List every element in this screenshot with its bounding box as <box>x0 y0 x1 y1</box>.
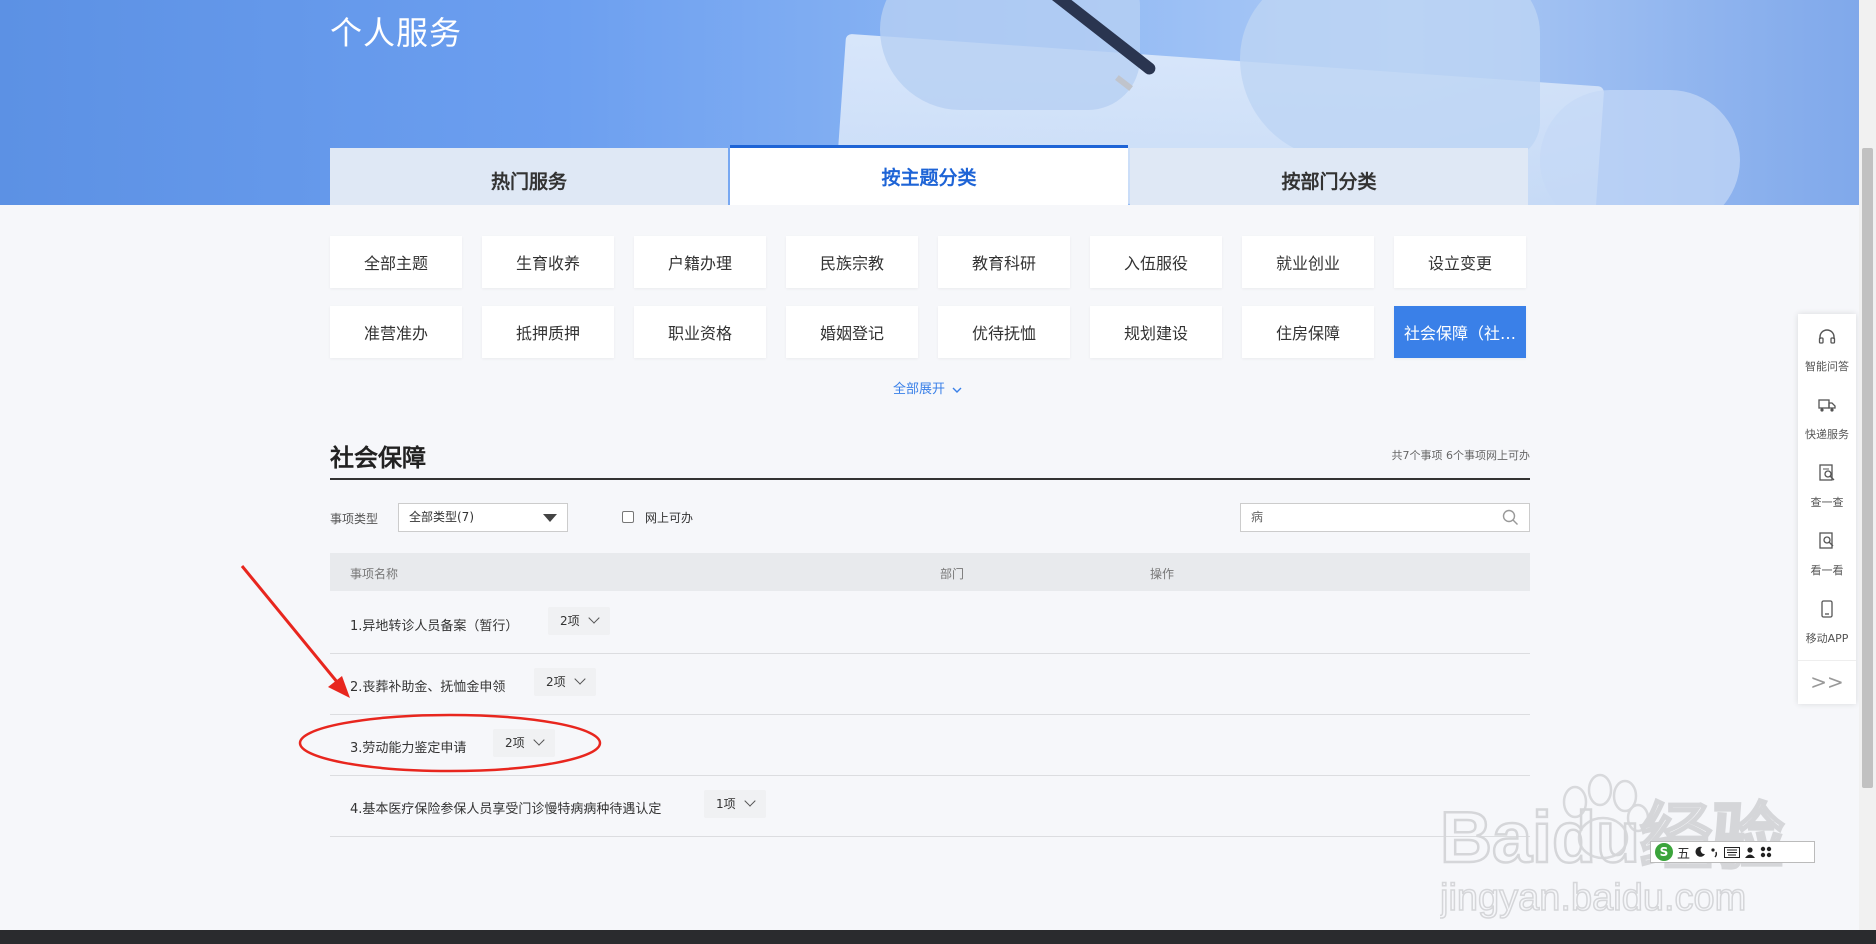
sidebar-item-label: 看一看 <box>1810 564 1844 577</box>
sidebar-item-label: 查一查 <box>1810 496 1844 509</box>
tab-hot-services[interactable]: 热门服务 <box>330 148 728 205</box>
item-name[interactable]: 2.丧葬补助金、抚恤金申领 <box>350 676 505 695</box>
theme-chip-birth-adoption[interactable]: 生育收养 <box>482 236 614 288</box>
section-divider <box>330 478 1530 480</box>
online-checkbox[interactable] <box>622 511 634 523</box>
page-footer <box>0 930 1876 944</box>
chevron-down-icon <box>587 612 600 624</box>
section-count: 共7个事项 6个事项网上可办 <box>1391 449 1531 462</box>
theme-chip-permits[interactable]: 准营准办 <box>330 306 462 358</box>
sidebar-item-view[interactable]: 看一看 <box>1798 522 1856 588</box>
chevron-down-icon <box>532 734 545 746</box>
table-row: 1.异地转诊人员备案（暂行） 2项 <box>330 593 1530 654</box>
theme-chip-establishment[interactable]: 设立变更 <box>1394 236 1526 288</box>
sidebar-collapse-button[interactable]: >> <box>1798 660 1856 705</box>
type-filter-select[interactable]: 全部类型(7) <box>398 503 568 532</box>
item-name[interactable]: 1.异地转诊人员备案（暂行） <box>350 615 518 634</box>
column-action-header: 操作 <box>1150 567 1175 581</box>
item-count: 2项 <box>505 736 525 750</box>
theme-chip-education[interactable]: 教育科研 <box>938 236 1070 288</box>
headset-icon <box>1818 329 1836 344</box>
theme-chip-pension[interactable]: 优待抚恤 <box>938 306 1070 358</box>
item-count: 1项 <box>716 797 736 811</box>
sidebar-item-check[interactable]: 查一查 <box>1798 454 1856 520</box>
item-count: 2项 <box>560 614 580 628</box>
search-icon[interactable] <box>1502 509 1519 526</box>
sidebar-item-express[interactable]: 快递服务 <box>1798 386 1856 452</box>
floating-sidebar: 智能问答 快递服务 查一查 看一看 移动APP >> <box>1798 314 1856 704</box>
grid-icon[interactable] <box>1760 846 1772 858</box>
section-title: 社会保障 <box>330 444 426 472</box>
hero-hand-shape <box>880 0 1140 110</box>
theme-chip-qualification[interactable]: 职业资格 <box>634 306 766 358</box>
annotation-arrow <box>240 565 344 689</box>
view-icon <box>1819 532 1834 549</box>
theme-chip-employment[interactable]: 就业创业 <box>1242 236 1374 288</box>
type-filter-value: 全部类型(7) <box>409 510 474 524</box>
theme-chip-household[interactable]: 户籍办理 <box>634 236 766 288</box>
column-name-header: 事项名称 <box>350 567 399 581</box>
item-name[interactable]: 4.基本医疗保险参保人员享受门诊慢特病病种待遇认定 <box>350 798 661 817</box>
theme-chip-social-security[interactable]: 社会保障（社… <box>1394 306 1526 358</box>
search-input[interactable]: 病 <box>1240 503 1530 532</box>
table-row: 4.基本医疗保险参保人员享受门诊慢特病病种待遇认定 1项 <box>330 776 1530 837</box>
sidebar-item-label: 移动APP <box>1805 632 1849 645</box>
chevron-down-icon <box>952 387 962 393</box>
theme-chip-ethnic-religion[interactable]: 民族宗教 <box>786 236 918 288</box>
ime-mode[interactable]: 五 <box>1677 843 1690 862</box>
search-value: 病 <box>1251 510 1264 524</box>
category-tabs: 热门服务 按主题分类 按部门分类 <box>330 145 1530 205</box>
item-count-dropdown[interactable]: 1项 <box>704 790 766 818</box>
table-row: 3.劳动能力鉴定申请 2项 <box>330 715 1530 776</box>
theme-chip-marriage[interactable]: 婚姻登记 <box>786 306 918 358</box>
user-icon[interactable] <box>1744 846 1756 858</box>
truck-icon <box>1818 399 1836 412</box>
expand-all-link[interactable]: 全部展开 <box>893 378 962 397</box>
item-count-dropdown[interactable]: 2项 <box>534 668 596 696</box>
theme-row: 全部主题 生育收养 户籍办理 民族宗教 教育科研 入伍服役 就业创业 设立变更 <box>330 236 1530 288</box>
column-dept-header: 部门 <box>940 567 965 581</box>
hero-hand-shape <box>1240 0 1540 160</box>
ime-toolbar[interactable]: S 五 <box>1650 841 1815 863</box>
sidebar-item-mobile-app[interactable]: 移动APP <box>1798 590 1856 656</box>
online-checkbox-label: 网上可办 <box>645 511 694 525</box>
item-count: 2项 <box>546 675 566 689</box>
theme-grid: 全部主题 生育收养 户籍办理 民族宗教 教育科研 入伍服役 就业创业 设立变更 … <box>330 236 1530 376</box>
caret-down-icon <box>543 514 557 522</box>
search-doc-icon <box>1819 464 1835 481</box>
ime-logo-icon: S <box>1655 843 1673 861</box>
chevron-down-icon <box>743 795 756 807</box>
item-count-dropdown[interactable]: 2项 <box>548 607 610 635</box>
mobile-icon <box>1821 600 1833 618</box>
table-row: 2.丧葬补助金、抚恤金申领 2项 <box>330 654 1530 715</box>
theme-chip-all[interactable]: 全部主题 <box>330 236 462 288</box>
moon-icon[interactable] <box>1694 846 1706 858</box>
scrollbar-thumb[interactable] <box>1862 148 1873 788</box>
punctuation-icon[interactable] <box>1710 846 1720 858</box>
theme-chip-military[interactable]: 入伍服役 <box>1090 236 1222 288</box>
theme-chip-housing[interactable]: 住房保障 <box>1242 306 1374 358</box>
chevron-down-icon <box>573 673 586 685</box>
sidebar-item-label: 快递服务 <box>1805 428 1849 441</box>
page-title: 个人服务 <box>330 14 463 52</box>
tab-by-theme[interactable]: 按主题分类 <box>730 145 1128 205</box>
theme-chip-mortgage[interactable]: 抵押质押 <box>482 306 614 358</box>
type-filter-label: 事项类型 <box>330 512 379 526</box>
keyboard-icon[interactable] <box>1724 846 1741 858</box>
theme-row: 准营准办 抵押质押 职业资格 婚姻登记 优待抚恤 规划建设 住房保障 社会保障（… <box>330 306 1530 358</box>
item-count-dropdown[interactable]: 2项 <box>493 729 555 757</box>
sidebar-item-qa[interactable]: 智能问答 <box>1798 318 1856 384</box>
tab-by-department[interactable]: 按部门分类 <box>1130 148 1528 205</box>
watermark-url: jingyan.baidu.com <box>1440 877 1746 919</box>
item-name[interactable]: 3.劳动能力鉴定申请 <box>350 737 466 756</box>
expand-all-label: 全部展开 <box>893 382 946 397</box>
table-header: 事项名称 部门 操作 <box>330 553 1530 591</box>
theme-chip-planning[interactable]: 规划建设 <box>1090 306 1222 358</box>
sidebar-item-label: 智能问答 <box>1805 360 1849 373</box>
hero-hand-shape <box>1540 90 1740 205</box>
